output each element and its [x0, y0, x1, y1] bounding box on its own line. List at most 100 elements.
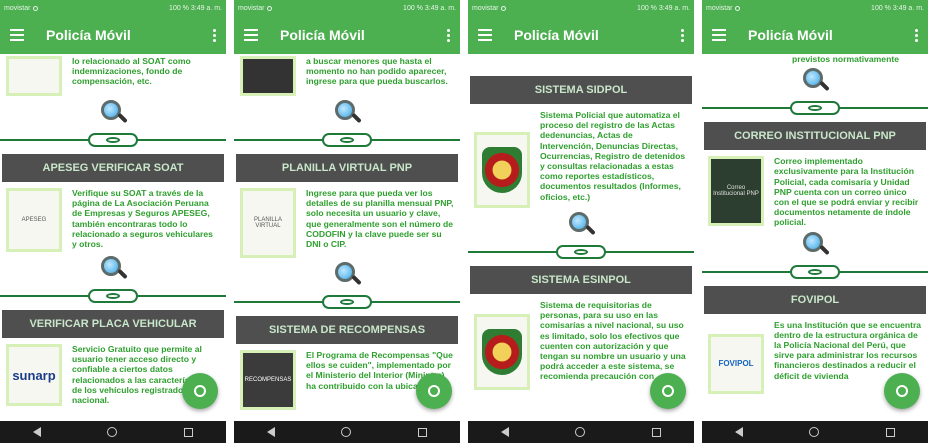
recents-icon[interactable] [183, 427, 193, 437]
thumbnail-image [6, 56, 62, 96]
section-header: VERIFICAR PLACA VEHICULAR [2, 310, 224, 338]
system-nav-bar [0, 421, 226, 443]
scroll-content[interactable]: a buscar menores que hasta el momento no… [234, 54, 460, 421]
app-title: Policía Móvil [280, 27, 365, 43]
circle-icon [896, 385, 908, 397]
section-header: SISTEMA ESINPOL [470, 266, 692, 294]
list-item[interactable]: APESEG Verifique su SOAT a través de la … [0, 182, 226, 252]
floating-action-button[interactable] [884, 373, 920, 409]
floating-action-button[interactable] [182, 373, 218, 409]
thumbnail-image: APESEG [6, 188, 62, 252]
list-item[interactable]: previstos normativamente [702, 54, 928, 64]
scroll-content[interactable]: previstos normativamente CORREO INSTITUC… [702, 54, 928, 421]
list-item[interactable]: PLANILLA VIRTUAL Ingrese para que pueda … [234, 182, 460, 258]
menu-icon[interactable] [10, 29, 24, 41]
app-bar: Policía Móvil [468, 16, 694, 54]
back-icon[interactable] [501, 427, 510, 437]
section-header: CORREO INSTITUCIONAL PNP [704, 122, 926, 151]
system-nav-bar [468, 421, 694, 443]
list-item[interactable]: Sistema Policial que automatiza el proce… [468, 104, 694, 208]
thumbnail-image [474, 132, 530, 208]
circle-icon [428, 385, 440, 397]
search-button[interactable] [702, 228, 928, 262]
item-description: previstos normativamente [792, 54, 899, 64]
thumbnail-image [474, 314, 530, 390]
section-header: PLANILLA VIRTUAL PNP [236, 154, 458, 182]
thumbnail-image: FOVIPOL [708, 333, 764, 394]
ornament-divider [0, 288, 226, 304]
app-bar: Policía Móvil [0, 16, 226, 54]
recents-icon[interactable] [885, 427, 895, 437]
list-item[interactable]: a buscar menores que hasta el momento no… [234, 54, 460, 96]
carrier-label: movistar [706, 4, 733, 12]
section-header: SISTEMA DE RECOMPENSAS [236, 316, 458, 344]
search-button[interactable] [234, 96, 460, 130]
section-header: FOVIPOL [704, 285, 926, 314]
time-label: 3:49 a. m. [190, 4, 222, 12]
floating-action-button[interactable] [650, 373, 686, 409]
circle-icon [662, 385, 674, 397]
carrier-label: movistar [472, 4, 499, 12]
system-nav-bar [234, 421, 460, 443]
overflow-menu-icon[interactable] [447, 28, 450, 42]
magnifier-icon [567, 211, 596, 239]
magnifier-icon [801, 231, 830, 259]
thumbnail-image: RECOMPENSAS [240, 350, 296, 410]
battery-label: 100 % [871, 4, 891, 12]
home-icon[interactable] [341, 427, 352, 437]
battery-label: 100 % [169, 4, 189, 12]
app-bar: Policía Móvil [234, 16, 460, 54]
search-button[interactable] [0, 252, 226, 286]
item-description: Ingrese para que pueda ver los detalles … [306, 188, 454, 250]
time-label: 3:49 a. m. [892, 4, 924, 12]
system-nav-bar [702, 421, 928, 443]
recents-icon[interactable] [417, 427, 427, 437]
ornament-divider [702, 264, 928, 280]
item-description: Verifique su SOAT a través de la página … [72, 188, 213, 250]
magnifier-icon [99, 255, 128, 283]
search-button[interactable] [468, 208, 694, 242]
home-icon[interactable] [107, 427, 118, 437]
carrier-label: movistar [238, 4, 265, 12]
overflow-menu-icon[interactable] [213, 28, 216, 42]
carrier-label: movistar [4, 4, 31, 12]
section-header: APESEG VERIFICAR SOAT [2, 154, 224, 182]
section-header: SISTEMA SIDPOL [470, 76, 692, 104]
overflow-menu-icon[interactable] [915, 28, 918, 42]
search-button[interactable] [702, 64, 928, 98]
home-icon[interactable] [809, 427, 820, 437]
ornament-divider [468, 244, 694, 260]
home-icon[interactable] [575, 427, 586, 437]
recents-icon[interactable] [651, 427, 661, 437]
app-bar: Policía Móvil [702, 16, 928, 54]
floating-action-button[interactable] [416, 373, 452, 409]
scroll-content[interactable]: SISTEMA SIDPOL Sistema Policial que auto… [468, 54, 694, 421]
back-icon[interactable] [33, 427, 42, 437]
ornament-divider [0, 132, 226, 148]
wifi-icon [33, 5, 39, 11]
police-shield-icon [482, 147, 522, 193]
search-button[interactable] [0, 96, 226, 130]
app-title: Policía Móvil [748, 27, 833, 43]
search-button[interactable] [234, 258, 460, 292]
wifi-icon [267, 5, 273, 11]
list-item[interactable]: lo relacionado al SOAT como indemnizacio… [0, 54, 226, 96]
police-shield-icon [482, 329, 522, 375]
ornament-divider [234, 294, 460, 310]
menu-icon[interactable] [478, 29, 492, 41]
back-icon[interactable] [735, 427, 744, 437]
magnifier-icon [99, 99, 128, 127]
thumbnail-image: Correo Institucional PNP [708, 156, 764, 227]
scroll-content[interactable]: lo relacionado al SOAT como indemnizacio… [0, 54, 226, 421]
app-title: Policía Móvil [46, 27, 131, 43]
list-item[interactable]: Correo Institucional PNP Correo implemen… [702, 150, 928, 227]
item-description: a buscar menores que hasta el momento no… [306, 56, 448, 87]
thumbnail-image [240, 56, 296, 96]
status-bar: movistar 100 % 3:49 a. m. [234, 0, 460, 16]
menu-icon[interactable] [244, 29, 258, 41]
back-icon[interactable] [267, 427, 276, 437]
time-label: 3:49 a. m. [424, 4, 456, 12]
magnifier-icon [333, 99, 362, 127]
menu-icon[interactable] [712, 29, 726, 41]
overflow-menu-icon[interactable] [681, 28, 684, 42]
